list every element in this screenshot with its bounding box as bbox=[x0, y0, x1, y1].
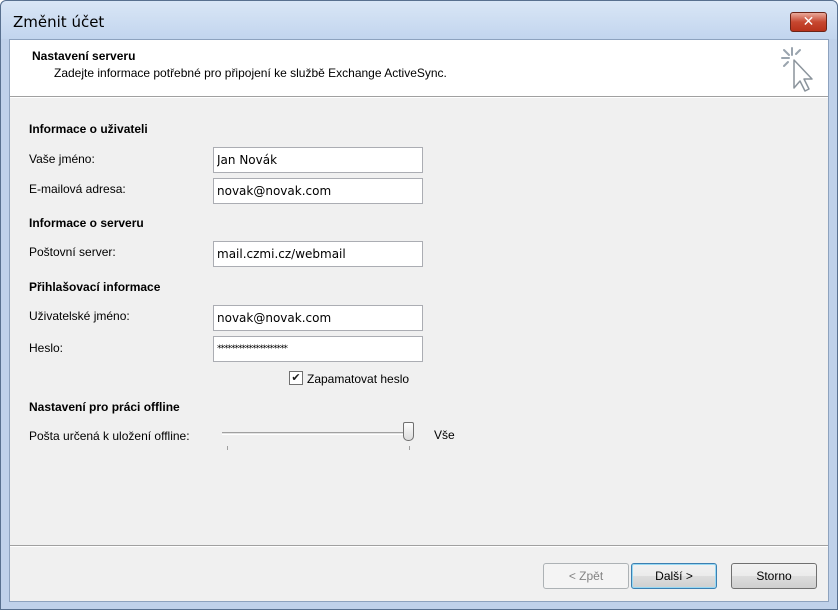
remember-password-label[interactable]: Zapamatovat heslo bbox=[307, 372, 409, 386]
offline-slider-thumb[interactable] bbox=[403, 422, 414, 441]
header-description: Zadejte informace potřebné pro připojení… bbox=[54, 66, 447, 80]
user-info-heading: Informace o uživateli bbox=[29, 122, 148, 136]
username-field[interactable] bbox=[213, 305, 423, 331]
server-info-heading: Informace o serveru bbox=[29, 216, 144, 230]
dialog-footer: < Zpět Další > Storno bbox=[10, 547, 828, 601]
remember-password-checkbox[interactable]: ✔ bbox=[289, 371, 303, 385]
offline-slider-value: Vše bbox=[434, 428, 455, 442]
dialog-client-area: Nastavení serveru Zadejte informace potř… bbox=[9, 39, 829, 602]
form-body: Informace o uživateli Vaše jméno: E-mail… bbox=[10, 98, 828, 545]
server-label: Poštovní server: bbox=[29, 245, 116, 259]
dialog-window: Změnit účet ✕ Nastavení serveru Zadejte … bbox=[0, 0, 838, 610]
next-button[interactable]: Další > bbox=[631, 563, 717, 589]
password-label: Heslo: bbox=[29, 341, 64, 355]
server-field[interactable] bbox=[213, 241, 423, 267]
name-label: Vaše jméno: bbox=[29, 152, 95, 166]
name-label-text: Vaše jméno: bbox=[29, 152, 95, 166]
offline-slider-track[interactable] bbox=[222, 432, 414, 435]
username-label: Uživatelské jméno: bbox=[29, 309, 130, 323]
slider-tick-end bbox=[409, 446, 410, 450]
wizard-header: Nastavení serveru Zadejte informace potř… bbox=[10, 40, 828, 96]
window-title: Změnit účet bbox=[13, 13, 105, 31]
offline-mail-label: Pošta určená k uložení offline: bbox=[29, 429, 190, 443]
offline-heading: Nastavení pro práci offline bbox=[29, 400, 180, 414]
cancel-button[interactable]: Storno bbox=[731, 563, 817, 589]
slider-tick-start bbox=[227, 446, 228, 450]
title-bar[interactable]: Změnit účet ✕ bbox=[1, 1, 837, 39]
name-field[interactable] bbox=[213, 147, 423, 173]
email-label: E-mailová adresa: bbox=[29, 182, 126, 196]
password-field[interactable] bbox=[213, 336, 423, 362]
email-field[interactable] bbox=[213, 178, 423, 204]
close-button[interactable]: ✕ bbox=[790, 12, 827, 32]
header-title: Nastavení serveru bbox=[32, 49, 136, 63]
back-button[interactable]: < Zpět bbox=[543, 563, 629, 589]
login-info-heading: Přihlašovací informace bbox=[29, 280, 161, 294]
wizard-cursor-icon bbox=[781, 47, 813, 92]
